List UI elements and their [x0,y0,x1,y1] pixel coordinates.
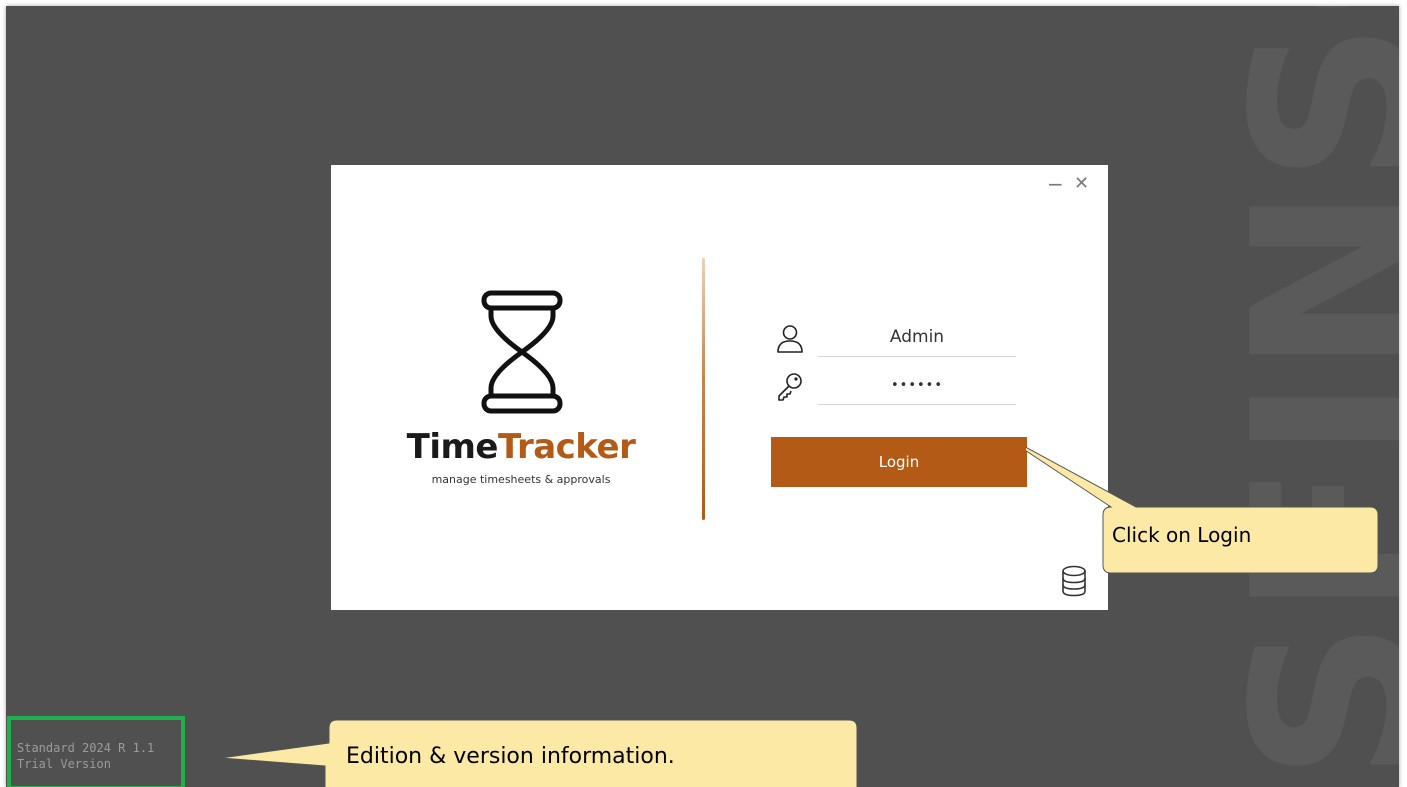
key-icon [778,373,802,401]
license-text: Trial Version [17,757,111,771]
login-dialog: − ✕ TimeTracker manage timesheets & appr… [331,165,1108,610]
close-button[interactable]: ✕ [1074,175,1089,193]
login-callout-text: Click on Login [1112,523,1252,547]
hourglass-icon [481,290,563,414]
username-field[interactable] [818,318,1016,357]
app-logo: TimeTracker manage timesheets & approval… [401,290,641,490]
username-row [776,318,1018,358]
password-row [776,366,1018,406]
brand-name-time: Time [406,427,499,467]
user-icon [777,325,803,353]
app-tagline: manage timesheets & approvals [431,473,611,486]
app-brand-name: TimeTracker [401,427,641,467]
vertical-divider [702,258,705,520]
watermark-text: SFINSO [1216,6,1399,782]
login-callout [1026,446,1379,574]
brand-name-tracker: Tracker [497,427,636,467]
login-button[interactable]: Login [771,437,1027,487]
minimize-button[interactable]: − [1047,174,1064,194]
password-field[interactable] [818,366,1016,405]
version-callout-text: Edition & version information. [346,744,675,769]
edition-text: Standard 2024 R 1.1 [17,741,155,755]
desktop-background: SFINSO − ✕ TimeTracker manage timesheets… [6,6,1399,787]
brand-watermark: SFINSO [1216,6,1399,787]
version-info: Standard 2024 R 1.1 Trial Version [7,716,185,787]
